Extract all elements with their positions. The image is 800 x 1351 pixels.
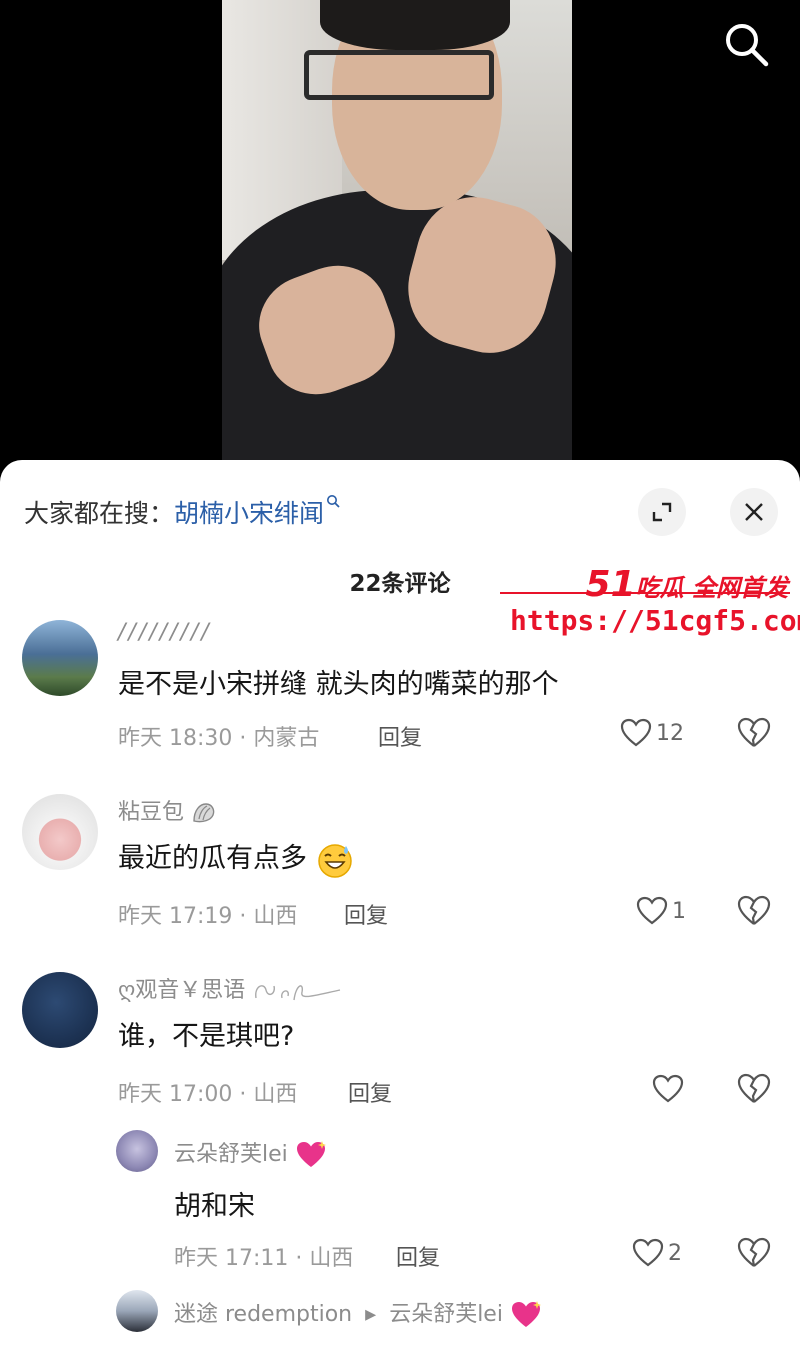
broken-heart-icon[interactable] bbox=[736, 894, 772, 928]
heart-outline-icon bbox=[632, 1238, 664, 1267]
like-button[interactable]: 2 bbox=[632, 1236, 682, 1270]
avatar[interactable] bbox=[22, 620, 98, 696]
sparkling-heart-icon bbox=[511, 1301, 541, 1327]
heart-outline-icon bbox=[620, 718, 652, 747]
grinning-sweat-icon bbox=[317, 843, 352, 878]
reply-to-arrow: ▸ bbox=[365, 1302, 377, 1327]
reply-author[interactable]: 云朵舒芙lei bbox=[174, 1136, 327, 1170]
comment-item: 粘豆包 最近的瓜有点多 昨天 17:19 · 山西 回复 1 bbox=[0, 794, 800, 944]
broken-heart-icon[interactable] bbox=[736, 716, 772, 750]
decorative-swirl-icon bbox=[255, 985, 341, 1001]
avatar[interactable] bbox=[22, 972, 98, 1048]
reply-meta: 昨天 17:11 · 山西 bbox=[174, 1246, 354, 1271]
avatar[interactable] bbox=[116, 1130, 158, 1172]
like-count: 12 bbox=[656, 720, 684, 746]
suggestion-prefix: 大家都在搜： bbox=[24, 499, 175, 528]
watermark-line1: 51吃瓜 全网首发 bbox=[585, 564, 788, 605]
close-icon bbox=[745, 503, 763, 521]
like-button[interactable]: 1 bbox=[636, 894, 686, 928]
comment-meta: 昨天 17:19 · 山西 bbox=[118, 904, 298, 929]
reply-to-name[interactable]: 云朵舒芙lei bbox=[389, 1302, 503, 1327]
comment-item: ///////// 是不是小宋拼缝 就头肉的嘴菜的那个 昨天 18:30 · 内… bbox=[0, 620, 800, 770]
avatar[interactable] bbox=[116, 1290, 158, 1332]
broken-heart-icon[interactable] bbox=[736, 1236, 772, 1270]
like-count: 1 bbox=[672, 898, 686, 924]
shell-icon bbox=[193, 803, 215, 823]
comment-author[interactable]: ღ观音￥思语 bbox=[118, 972, 342, 1004]
watermark-rule bbox=[500, 592, 790, 594]
comment-author[interactable]: ///////// bbox=[118, 620, 212, 645]
search-suggestion: 大家都在搜：胡楠小宋绯闻 bbox=[24, 494, 341, 530]
video-frame bbox=[222, 0, 572, 470]
reply-author[interactable]: 迷途 redemption ▸ 云朵舒芙lei bbox=[174, 1296, 542, 1330]
reply-text: 胡和宋 bbox=[174, 1191, 255, 1222]
comment-sheet: 大家都在搜：胡楠小宋绯闻 22条评论 51吃瓜 全网首发 https://51c… bbox=[0, 460, 800, 1351]
sparkling-heart-icon bbox=[296, 1141, 326, 1167]
reply-button[interactable]: 回复 bbox=[344, 898, 388, 930]
suggestion-query-link[interactable]: 胡楠小宋绯闻 bbox=[174, 499, 324, 528]
reply-button[interactable]: 回复 bbox=[348, 1076, 392, 1108]
heart-outline-icon bbox=[636, 896, 668, 925]
reply-text: 嗯哈 bbox=[174, 1344, 228, 1351]
like-button[interactable]: 12 bbox=[620, 716, 684, 750]
broken-heart-icon[interactable] bbox=[736, 1072, 772, 1106]
comment-author[interactable]: 粘豆包 bbox=[118, 794, 217, 826]
expand-icon bbox=[652, 502, 672, 522]
reply-item: 云朵舒芙lei 胡和宋 昨天 17:11 · 山西 回复 2 bbox=[0, 1130, 800, 1280]
comment-text: 谁，不是琪吧? bbox=[118, 1021, 295, 1052]
reply-button[interactable]: 回复 bbox=[378, 720, 422, 752]
close-button[interactable] bbox=[730, 488, 778, 536]
search-button[interactable] bbox=[720, 18, 772, 70]
avatar[interactable] bbox=[22, 794, 98, 870]
heart-outline-icon bbox=[652, 1074, 684, 1103]
comment-item: ღ观音￥思语 谁，不是琪吧? 昨天 17:00 · 山西 回复 bbox=[0, 972, 800, 1122]
reply-button[interactable]: 回复 bbox=[396, 1240, 440, 1272]
search-small-icon bbox=[327, 495, 340, 508]
comment-meta: 昨天 18:30 · 内蒙古 bbox=[118, 726, 320, 751]
video-player[interactable] bbox=[0, 0, 800, 470]
search-icon bbox=[726, 24, 769, 67]
expand-button[interactable] bbox=[638, 488, 686, 536]
comment-text: 是不是小宋拼缝 就头肉的嘴菜的那个 bbox=[118, 669, 559, 700]
like-button[interactable] bbox=[652, 1072, 688, 1106]
comment-text: 最近的瓜有点多 bbox=[118, 836, 354, 879]
comment-meta: 昨天 17:00 · 山西 bbox=[118, 1082, 298, 1107]
reply-item: 迷途 redemption ▸ 云朵舒芙lei 嗯哈 bbox=[0, 1290, 800, 1351]
like-count: 2 bbox=[668, 1240, 682, 1266]
